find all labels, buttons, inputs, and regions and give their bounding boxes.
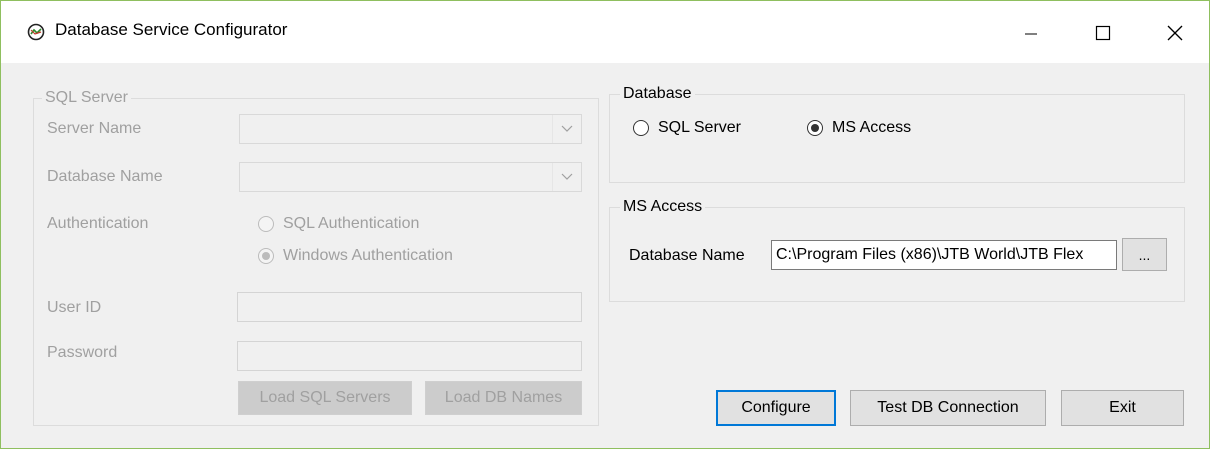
database-name-combobox[interactable]	[239, 162, 582, 192]
radio-selected-icon	[807, 120, 823, 136]
window-title: Database Service Configurator	[55, 20, 288, 39]
authentication-label: Authentication	[47, 215, 149, 232]
user-id-input[interactable]	[237, 292, 582, 322]
windows-authentication-radio[interactable]: Windows Authentication	[258, 247, 453, 265]
ms-access-database-name-label: Database Name	[629, 247, 745, 264]
password-input[interactable]	[237, 341, 582, 371]
windows-authentication-label: Windows Authentication	[283, 247, 453, 264]
load-db-names-button[interactable]: Load DB Names	[425, 381, 582, 415]
close-icon	[1167, 25, 1183, 41]
password-label: Password	[47, 344, 118, 361]
maximize-icon	[1095, 25, 1111, 41]
database-group: Database	[609, 84, 1185, 183]
database-name-label: Database Name	[47, 168, 163, 185]
database-sql-server-label: SQL Server	[658, 119, 741, 136]
radio-circle-icon	[258, 216, 274, 232]
database-sql-server-radio[interactable]: SQL Server	[633, 119, 741, 137]
close-button[interactable]	[1147, 11, 1203, 55]
minimize-icon	[1025, 33, 1037, 35]
radio-selected-icon	[258, 248, 274, 264]
database-ms-access-radio[interactable]: MS Access	[807, 119, 911, 137]
sql-authentication-radio[interactable]: SQL Authentication	[258, 215, 419, 233]
database-group-label: Database	[620, 84, 695, 104]
exit-button[interactable]: Exit	[1061, 390, 1184, 426]
server-name-label: Server Name	[47, 120, 142, 137]
minimize-button[interactable]	[1003, 11, 1059, 55]
database-app-icon	[27, 23, 45, 41]
database-ms-access-label: MS Access	[832, 119, 912, 136]
sql-server-group-label: SQL Server	[42, 88, 131, 108]
chevron-down-icon[interactable]	[552, 115, 581, 143]
browse-button[interactable]: ...	[1122, 238, 1167, 271]
test-db-connection-button[interactable]: Test DB Connection	[850, 390, 1046, 426]
radio-circle-icon	[633, 120, 649, 136]
sql-authentication-label: SQL Authentication	[283, 215, 420, 232]
chevron-down-icon[interactable]	[552, 163, 581, 191]
ms-access-group-label: MS Access	[620, 197, 706, 217]
configure-button[interactable]: Configure	[716, 390, 836, 426]
load-sql-servers-button[interactable]: Load SQL Servers	[238, 381, 412, 415]
maximize-button[interactable]	[1075, 11, 1131, 55]
app-window: Database Service Configurator SQL Server…	[0, 0, 1210, 449]
user-id-label: User ID	[47, 299, 102, 316]
server-name-combobox[interactable]	[239, 114, 582, 144]
ms-access-database-path-input[interactable]: C:\Program Files (x86)\JTB World\JTB Fle…	[771, 240, 1117, 270]
title-bar[interactable]: Database Service Configurator	[1, 1, 1209, 63]
